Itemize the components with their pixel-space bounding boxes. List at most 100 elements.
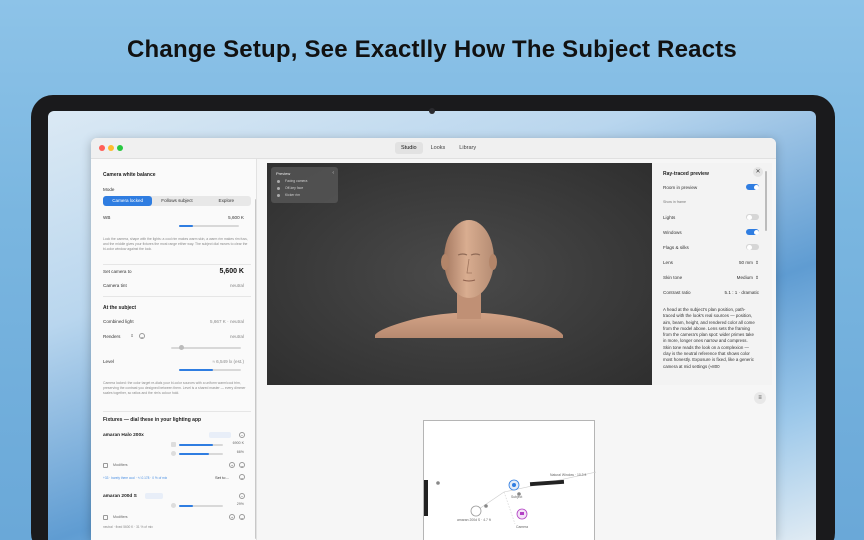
camera-label: Camera (516, 525, 529, 529)
lens-label: Lens (663, 260, 673, 265)
fixture-name: amaran 200d S (103, 494, 137, 499)
chevron-down-icon[interactable]: ⌄ (239, 462, 245, 468)
intensity-icon (171, 451, 176, 456)
level-label: Level (103, 359, 114, 364)
add-icon[interactable]: + (229, 462, 235, 468)
preview-overlay-panel: Preview ‹ Facing camera Off-key face Kic… (271, 167, 338, 203)
intensity-icon (171, 503, 176, 508)
sidebar-scrollbar[interactable] (255, 199, 256, 539)
combined-light-value: 5,667 K · neutral (210, 319, 244, 324)
close-window-button[interactable] (99, 145, 105, 151)
panel-scrollbar[interactable] (765, 171, 767, 231)
fixture-intensity-fill (179, 505, 193, 507)
divider (103, 411, 251, 412)
fixture-footnote: neutral · fixed 5600 K · 31 % of mix (103, 525, 153, 529)
subject-description: Camera locked: the color target re-dials… (103, 381, 246, 396)
mode-follows-subject[interactable]: Follows subject (152, 196, 201, 206)
contrast-row: Contrast ratio 5.1 : 1 · dramatic (663, 290, 759, 295)
overlay-item[interactable]: Facing camera (285, 179, 307, 183)
tab-studio[interactable]: Studio (395, 142, 423, 154)
fixture-modifier: Modifiers (113, 463, 128, 467)
set-to-button[interactable]: Set to… (215, 475, 229, 480)
fixture-cct-value: 6900 K (232, 441, 244, 445)
modifier-icon (103, 463, 108, 468)
mode-explore[interactable]: Explore (202, 196, 251, 206)
flags-row: Flags & silks (663, 244, 759, 250)
contrast-value: 5.1 : 1 · dramatic (724, 290, 759, 295)
fixture-footnote: +33 · barely there cool · +/-0.178 · 0 %… (103, 476, 168, 480)
fixture-badge (209, 432, 231, 438)
tab-library[interactable]: Library (453, 142, 482, 154)
lights-row: Lights (663, 214, 759, 220)
radio-icon[interactable] (277, 194, 280, 197)
show-in-frame-label: Show in frame (663, 200, 686, 204)
floor-plan[interactable]: Subject Camera Natural Window · 10.3 ft … (423, 420, 596, 540)
skin-label: Skin tone (663, 275, 683, 280)
chevron-down-icon[interactable]: ⌄ (139, 333, 145, 339)
overlay-item[interactable]: Kicker rim (285, 193, 300, 197)
renders-slider-knob[interactable] (179, 345, 184, 350)
lens-row[interactable]: Lens 50 mm ⇕ (663, 260, 759, 265)
modifier-icon (103, 515, 108, 520)
tab-looks[interactable]: Looks (425, 142, 452, 154)
window-label: Natural Window · 10.3 ft (550, 473, 587, 477)
divider (103, 264, 251, 265)
wb-value: 5,600 K (228, 215, 244, 220)
windows-label: Windows (663, 230, 682, 235)
sidebar: Camera white balance Mode Camera locked … (91, 159, 257, 540)
close-icon[interactable]: ✕ (753, 167, 763, 177)
fixture-intensity-fill (179, 453, 209, 455)
fixtures-title: Fixtures — dial these in your lighting a… (103, 417, 202, 423)
windows-toggle[interactable] (746, 229, 759, 235)
windows-row: Windows (663, 229, 759, 235)
chevron-down-icon[interactable]: ⌄ (239, 514, 245, 520)
overlay-title: Preview (276, 171, 291, 176)
minus-icon[interactable]: − (239, 493, 245, 499)
lights-toggle[interactable] (746, 214, 759, 220)
minimize-window-button[interactable] (108, 145, 114, 151)
headline: Change Setup, See Exactlly How The Subje… (127, 36, 737, 63)
renders-value: neutral (229, 334, 244, 339)
renders-label: Renders (103, 334, 121, 339)
add-icon[interactable]: + (229, 514, 235, 520)
fixture-modifier: Modifiers (113, 515, 128, 519)
ray-traced-settings-panel: Ray-traced preview ✕ Room in preview Sho… (652, 163, 772, 385)
skin-row[interactable]: Skin tone Medium ⇕ (663, 275, 759, 280)
room-toggle[interactable] (746, 184, 759, 190)
app-window: Studio Looks Library Camera white balanc… (91, 138, 776, 540)
fixture-badge (145, 493, 163, 499)
wb-slider-fill (179, 225, 193, 227)
overlay-item[interactable]: Off-key face (285, 186, 303, 190)
mode-label: Mode (103, 187, 115, 192)
lens-value: 50 mm (738, 260, 753, 265)
preview-description: A head at the subject's plan position, p… (663, 307, 755, 369)
mode-camera-locked[interactable]: Camera locked (103, 196, 153, 206)
radio-icon[interactable] (277, 180, 280, 183)
stepper-icon[interactable]: ⇕ (755, 275, 759, 281)
fixture-intensity-value: 29% (236, 502, 244, 506)
skin-value: Medium (736, 275, 753, 280)
chevron-down-icon[interactable]: ⌄ (239, 474, 245, 480)
lights-label: Lights (663, 215, 676, 220)
cct-icon (171, 442, 176, 447)
flags-toggle[interactable] (746, 244, 759, 250)
camera-tint-label: Camera tint (103, 283, 127, 288)
level-value: ≈ 6,549 lx (est.) (212, 359, 244, 364)
mode-segmented-control: Camera locked Follows subject Explore (103, 196, 251, 206)
title-bar: Studio Looks Library (91, 138, 776, 159)
radio-icon[interactable] (277, 187, 280, 190)
panel-title: Ray-traced preview (663, 171, 709, 177)
level-slider-fill (179, 369, 213, 371)
subject-label: Subject (511, 495, 523, 499)
contrast-label: Contrast ratio (663, 290, 691, 295)
ray-traced-preview[interactable]: Preview ‹ Facing camera Off-key face Kic… (267, 163, 772, 385)
stepper-icon[interactable]: ⇕ (755, 260, 759, 266)
zoom-window-button[interactable] (117, 145, 123, 151)
list-icon[interactable]: ≡ (754, 392, 766, 404)
collapse-icon[interactable]: ‹ (332, 170, 334, 176)
set-camera-label: Set camera to (103, 269, 132, 274)
stepper-icon[interactable]: ⇕ (129, 333, 135, 339)
at-subject-title: At the subject (103, 305, 137, 311)
minus-icon[interactable]: − (239, 432, 245, 438)
webcam (429, 108, 435, 114)
